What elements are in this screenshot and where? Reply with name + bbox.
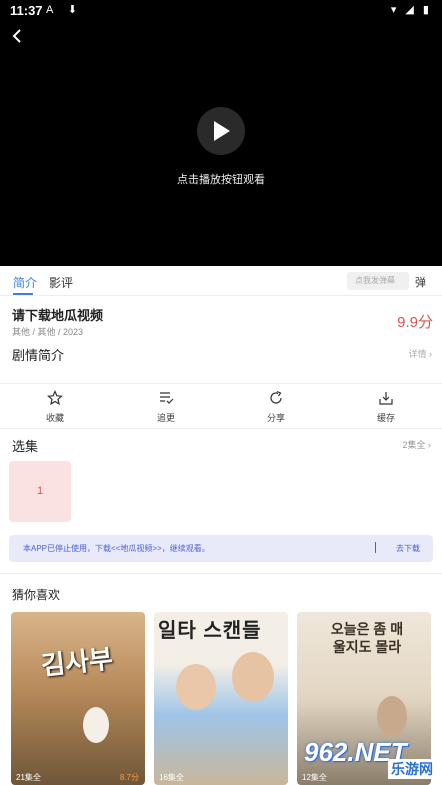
poster-title: 김사부 <box>39 643 115 681</box>
details-link[interactable]: 详情 › <box>409 347 433 360</box>
episodes-title: 选集 <box>12 439 39 454</box>
poster-title: 일타 스캔들 <box>158 620 262 642</box>
status-system-icons: ▾ ◢ ▮ <box>390 4 432 16</box>
cache-button[interactable]: 缓存 <box>356 390 416 424</box>
list-check-icon <box>160 392 174 404</box>
divider <box>0 573 442 574</box>
tab-indicator <box>13 293 33 295</box>
divider <box>0 428 442 429</box>
recommend-poster[interactable]: 김사부 21集全 8.7分 <box>11 612 145 785</box>
poster-figure <box>232 652 274 702</box>
download-app-button[interactable]: 去下载 <box>396 543 420 554</box>
play-button[interactable] <box>197 107 245 155</box>
cache-label: 缓存 <box>376 413 395 423</box>
watermark-logo: 962.NET 乐游网 <box>304 737 436 781</box>
video-player[interactable]: 11:37 A ⬇ ▾ ◢ ▮ 点击播放按钮观看 <box>0 0 442 266</box>
play-hint: 点击播放按钮观看 <box>177 174 265 186</box>
notice-separator <box>375 542 376 553</box>
status-notification-icons: A ⬇ <box>46 4 84 16</box>
tab-intro[interactable]: 简介 <box>13 274 37 291</box>
poster-figure <box>176 664 216 710</box>
status-bar: 11:37 A ⬇ ▾ ◢ ▮ <box>0 0 442 20</box>
episodes-summary[interactable]: 2集全 › <box>402 438 431 451</box>
star-icon <box>47 390 63 406</box>
danmaku-input[interactable]: 点我发弹幕 <box>347 272 409 290</box>
poster-figure <box>377 696 407 736</box>
poster-caption: 21集全 <box>16 773 41 782</box>
video-meta: 其他 / 其他 / 2023 <box>12 327 84 337</box>
play-icon <box>214 121 230 141</box>
back-icon[interactable] <box>8 26 28 46</box>
share-label: 分享 <box>266 413 285 423</box>
danmaku-icon[interactable]: 弹 <box>415 274 426 290</box>
notice-text: 本APP已停止使用，下载<<地瓜视频>>，继续观看。 <box>23 544 210 553</box>
recommend-title: 猜你喜欢 <box>12 588 61 602</box>
divider <box>0 383 442 384</box>
poster-figure <box>83 707 109 743</box>
poster-score: 8.7分 <box>119 773 139 782</box>
follow-label: 追更 <box>156 413 175 423</box>
watermark-sub: 乐游网 <box>388 759 436 779</box>
follow-button[interactable]: 追更 <box>136 390 196 424</box>
status-time: 11:37 <box>10 3 43 18</box>
share-button[interactable]: 分享 <box>246 390 306 424</box>
poster-image <box>11 612 145 785</box>
poster-title: 오늘은 좀 매울지도 몰라 <box>330 621 404 655</box>
share-icon <box>270 390 282 404</box>
tab-reviews[interactable]: 影评 <box>49 274 73 291</box>
favorite-label: 收藏 <box>45 413 64 423</box>
synopsis-label: 剧情简介 <box>12 348 65 363</box>
video-title: 请下载地瓜视频 <box>12 308 104 323</box>
recommend-poster[interactable]: 일타 스캔들 16集全 <box>154 612 288 785</box>
poster-caption: 16集全 <box>159 773 184 782</box>
notice-banner: 本APP已停止使用，下载<<地瓜视频>>，继续观看。 去下载 <box>9 535 433 562</box>
video-score: 9.9分 <box>397 314 433 331</box>
episode-tile[interactable]: 1 <box>9 461 71 522</box>
favorite-button[interactable]: 收藏 <box>25 390 85 424</box>
download-icon <box>379 392 393 405</box>
